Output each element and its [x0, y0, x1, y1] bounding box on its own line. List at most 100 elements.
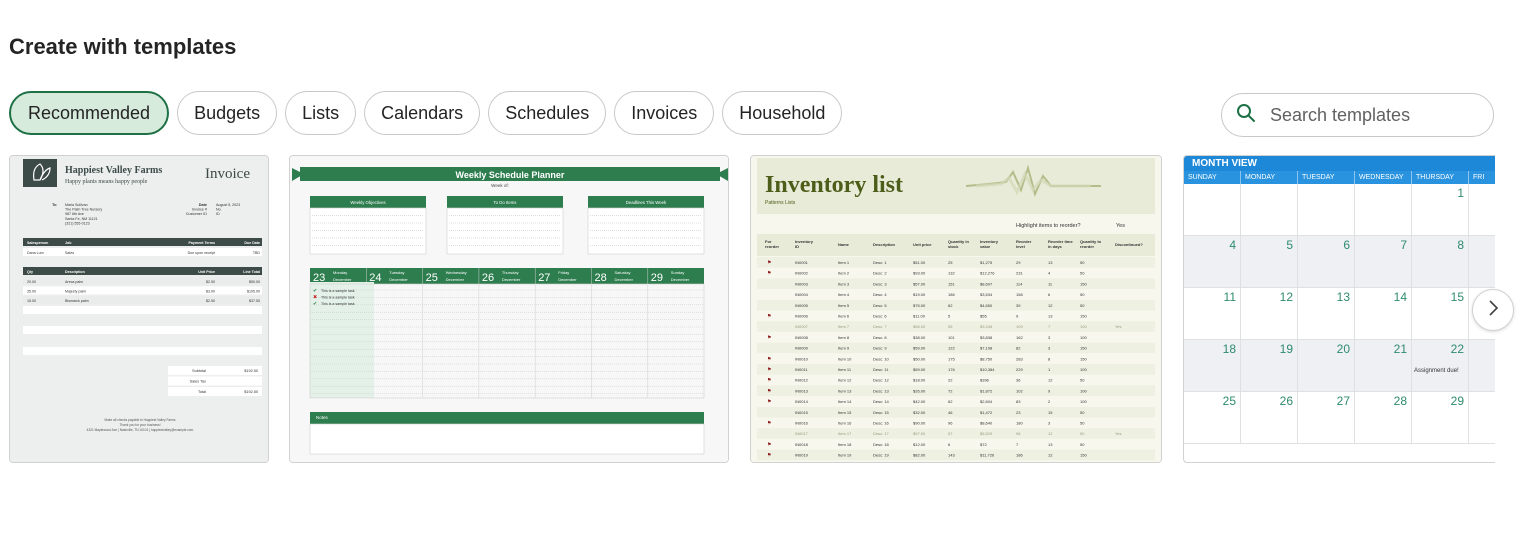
- invoice-footer-line: 4321 Maplewood Ave | Nashville, TN 10101…: [87, 428, 194, 432]
- inventory-cell: 50: [1080, 292, 1085, 297]
- inventory-cell: IN0010: [795, 356, 809, 361]
- tab-schedules[interactable]: Schedules: [488, 91, 607, 135]
- inventory-cell: 72: [948, 388, 953, 393]
- calendar-day-cell: 15: [1412, 288, 1469, 340]
- inventory-cell: $56.00: [913, 324, 926, 329]
- inventory-column-header: Name: [838, 242, 850, 247]
- inventory-cell: 150: [1080, 356, 1087, 361]
- inventory-cell: 12: [1048, 431, 1053, 436]
- inventory-cell: Desc: 10: [873, 356, 890, 361]
- calendar-day-cell: 13: [1298, 288, 1355, 340]
- template-card-inventory-list[interactable]: Inventory list Patterns Lists Highlight …: [750, 155, 1162, 463]
- tab-invoices[interactable]: Invoices: [614, 91, 715, 135]
- invoice-table-cell: 35.00: [27, 290, 36, 294]
- invoice-total-value: $192.50: [244, 369, 258, 373]
- invoice-table-cell: $2.50: [206, 280, 215, 284]
- tab-budgets[interactable]: Budgets: [177, 91, 278, 135]
- inventory-column-header: stock: [948, 244, 959, 249]
- tab-calendars[interactable]: Calendars: [364, 91, 481, 135]
- inventory-cell: $7,198: [980, 346, 993, 351]
- invoice-table-cell: $37.50: [249, 299, 260, 303]
- inventory-cell: 101: [948, 335, 955, 340]
- planner-thumbnail: Weekly Schedule Planner Week of: Weekly …: [290, 156, 728, 462]
- inventory-cell: 22: [948, 378, 953, 383]
- calendar-day-number: 12: [1279, 290, 1293, 304]
- calendar-day-number: 14: [1393, 290, 1407, 304]
- inventory-cell: IN0005: [795, 303, 809, 308]
- inventory-row: [757, 267, 1155, 279]
- invoice-table-cell: Bismarck palm: [65, 299, 89, 303]
- inventory-cell: 100: [1080, 388, 1087, 393]
- calendar-day-number: 4: [1229, 238, 1236, 252]
- search-input[interactable]: [1268, 103, 1472, 127]
- inventory-cell: IN0002: [795, 271, 809, 276]
- inventory-cell: IN0019: [795, 453, 809, 458]
- inventory-column-header: value: [980, 244, 991, 249]
- inventory-cell: 39: [1016, 303, 1021, 308]
- template-card-invoice[interactable]: Happiest Valley Farms Happy plants means…: [9, 155, 269, 463]
- calendar-event: Assignment due!: [1414, 368, 1459, 374]
- inventory-cell: 114: [1016, 281, 1023, 286]
- inventory-cell: $57.00: [913, 281, 926, 286]
- search-box[interactable]: [1221, 93, 1494, 137]
- template-card-weekly-planner[interactable]: Weekly Schedule Planner Week of: Weekly …: [289, 155, 729, 463]
- invoice-total-label: Sales Tax: [190, 380, 206, 384]
- calendar-day-number: 1: [1457, 186, 1464, 200]
- reorder-flag-icon: ⚑: [767, 453, 771, 459]
- tab-lists[interactable]: Lists: [285, 91, 357, 135]
- carousel-next-button[interactable]: [1472, 289, 1514, 331]
- inventory-cell: 122: [948, 346, 955, 351]
- inventory-cell: Desc: 13: [873, 388, 890, 393]
- calendar-weekday: FRI: [1469, 171, 1495, 184]
- inventory-cell: 176: [948, 367, 955, 372]
- invoice-total-label: Total: [198, 390, 206, 394]
- inventory-cell: IN0014: [795, 399, 809, 404]
- inventory-cell: 150: [1080, 453, 1087, 458]
- invoice-title: Invoice: [205, 166, 250, 182]
- calendar-day-number: 13: [1336, 290, 1350, 304]
- invoice-meta-label: Customer ID: [186, 212, 208, 216]
- invoice-table-header: Qty: [27, 270, 33, 274]
- highlight-label: Highlight items to reorder?: [1016, 223, 1081, 229]
- highlight-value: Yes: [1116, 223, 1125, 229]
- planner-day-name: Sunday: [671, 270, 685, 275]
- tab-recommended[interactable]: Recommended: [9, 91, 170, 135]
- invoice-tagline: Happy plants means happy people: [65, 179, 148, 185]
- inventory-cell: $72: [980, 442, 987, 447]
- invoice-meta-value: ID: [216, 212, 220, 216]
- invoice-total-row: [168, 376, 262, 386]
- calendar-day-number: 20: [1336, 342, 1350, 356]
- calendar-weekday: TUESDAY: [1298, 171, 1355, 184]
- calendar-day-number: 22: [1450, 342, 1464, 356]
- inventory-row: [757, 321, 1155, 332]
- calendar-week: 1: [1184, 184, 1495, 236]
- template-card-month-calendar[interactable]: MONTH VIEW SUNDAY MONDAY TUESDAY WEDNESDAY T…: [1183, 155, 1495, 463]
- inventory-cell: Yes: [1115, 324, 1122, 329]
- planner-day-month: December: [671, 277, 690, 282]
- inventory-cell: 50: [1080, 421, 1085, 426]
- inventory-cell: 100: [1080, 335, 1087, 340]
- calendar-day-cell: 27: [1298, 392, 1355, 444]
- inventory-cell: 229: [1016, 367, 1023, 372]
- inventory-cell: 175: [948, 356, 955, 361]
- inventory-cell: 12: [1048, 303, 1053, 308]
- inventory-cell: IN0012: [795, 378, 809, 383]
- planner-day-number: 27: [538, 272, 550, 284]
- calendar-weekday: SUNDAY: [1184, 171, 1241, 184]
- inventory-cell: Item 15: [838, 410, 852, 415]
- tab-household[interactable]: Household: [722, 91, 843, 135]
- inventory-cell: 162: [1016, 335, 1023, 340]
- inventory-cell: Item 4: [838, 292, 850, 297]
- reorder-flag-icon: ⚑: [767, 271, 771, 277]
- planner-task: This is a sample task: [321, 302, 355, 306]
- inventory-cell: Desc: 8: [873, 335, 887, 340]
- inventory-cell: 283: [1016, 356, 1023, 361]
- inventory-cell: 50: [1080, 410, 1085, 415]
- inventory-cell: $396: [980, 378, 990, 383]
- inventory-cell: 46: [948, 410, 953, 415]
- calendar-day-number: 15: [1450, 290, 1464, 304]
- inventory-row: [757, 396, 1155, 407]
- inventory-column-header: in days: [1048, 244, 1063, 249]
- planner-day-month: December: [615, 277, 634, 282]
- inventory-row: [757, 342, 1155, 354]
